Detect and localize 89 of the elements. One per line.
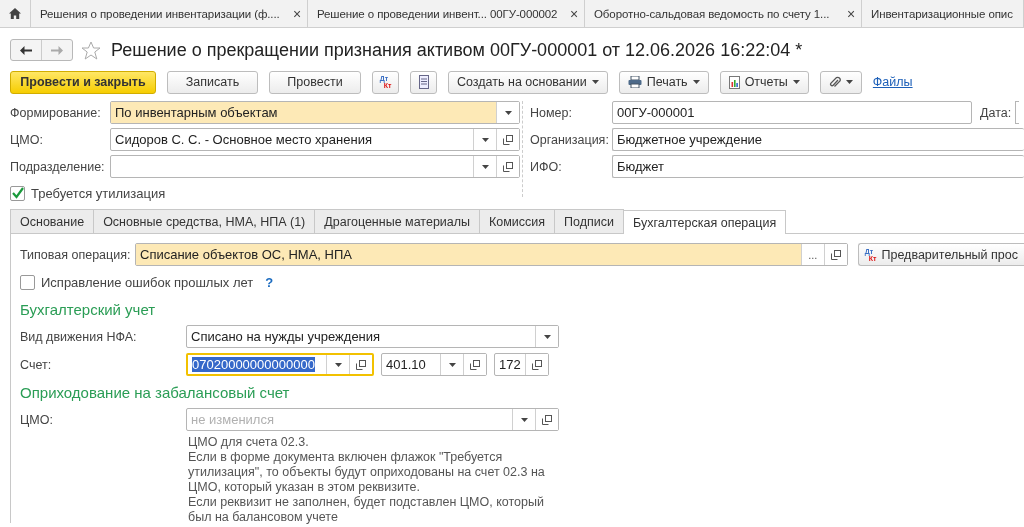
back-arrow-icon — [20, 45, 32, 55]
checkbox-label: Требуется утилизация — [31, 185, 166, 201]
forward-arrow-icon — [51, 45, 63, 55]
caret-icon — [504, 110, 512, 115]
select-field[interactable]: не изменился — [186, 408, 559, 431]
caret-icon — [481, 137, 489, 142]
toolbar-button[interactable]: Записать — [167, 70, 258, 94]
dropdown-button[interactable] — [535, 326, 558, 347]
caret-icon — [448, 362, 456, 367]
close-icon[interactable]: × — [569, 5, 578, 22]
close-icon[interactable]: × — [846, 5, 855, 22]
select-field[interactable] — [110, 155, 520, 178]
open-button[interactable] — [535, 409, 558, 430]
caret-icon — [334, 362, 342, 367]
field-label: Счет: — [20, 357, 53, 372]
paperclip-icon — [828, 75, 841, 89]
squares-icon — [503, 134, 513, 145]
squares-icon — [532, 359, 542, 370]
list-icon — [418, 75, 429, 89]
squares-icon — [470, 359, 480, 370]
form-tab[interactable]: Основные средства, НМА, НПА (1) — [94, 209, 316, 233]
select-field[interactable]: Списание объектов ОС, НМА, НПА ... — [135, 243, 848, 266]
window-title: Решение о прекращении признания активом 00ГУ-000001 от 12.06.2026 16:22:04 * — [111, 39, 803, 61]
input-field[interactable]: Бюджетное учреждение — [612, 128, 1024, 151]
dropdown-button[interactable] — [496, 102, 519, 123]
input-field[interactable]: не изменился — [191, 412, 508, 427]
caret-icon — [481, 164, 489, 169]
open-button[interactable] — [525, 354, 548, 375]
post-and-close-button[interactable]: Провести и закрыть — [10, 70, 156, 94]
close-icon[interactable]: × — [292, 5, 301, 22]
caret-icon — [692, 80, 700, 84]
checkmark-icon — [11, 187, 24, 199]
select-field[interactable]: По инвентарным объектам — [110, 101, 520, 124]
input-field[interactable]: Бюджет — [612, 155, 1024, 178]
menu-button[interactable]: Создать на основании — [448, 70, 608, 94]
open-button[interactable] — [496, 129, 519, 150]
open-button[interactable] — [496, 156, 519, 177]
form-tab[interactable]: Подписи — [555, 209, 625, 233]
select-field[interactable]: 172 — [494, 353, 549, 376]
caret-icon — [845, 80, 853, 84]
hint-text: Если в форме документа включен флажок "Требуется утилизация", то объекты будут оприходованы на счет 02.3 на ЦМО, который указан в этом реквизите. — [188, 450, 546, 495]
help-link[interactable]: ? — [265, 274, 274, 290]
checkbox[interactable] — [20, 274, 35, 290]
star-icon[interactable] — [81, 40, 101, 60]
field-label: Дата: — [980, 105, 1012, 120]
select-field[interactable]: Сидоров С. С. - Основное место хранения — [110, 128, 520, 151]
squares-icon — [356, 359, 366, 370]
menu-button[interactable]: Печать — [618, 70, 709, 94]
squares-icon — [830, 249, 841, 260]
files-link[interactable]: Файлы — [872, 75, 913, 89]
select-field[interactable]: Списано на нужды учреждения — [186, 325, 559, 348]
form-tab[interactable]: Основание — [10, 209, 95, 233]
select-field[interactable]: 401.10 — [381, 353, 487, 376]
open-button[interactable] — [463, 354, 486, 375]
squares-icon — [542, 414, 552, 425]
menu-button[interactable] — [819, 70, 862, 94]
checkbox[interactable] — [10, 185, 25, 201]
toolbar-button[interactable]: Провести — [269, 70, 361, 94]
field-label: Вид движения НФА: — [20, 329, 138, 344]
section-heading: Бухгалтерский учет — [20, 299, 157, 320]
checkbox-label: Исправление ошибок прошлых лет — [41, 274, 254, 290]
form-tab[interactable]: Бухгалтерская операция — [624, 210, 787, 234]
field-label: Подразделение: — [10, 159, 106, 174]
field-label: ЦМО: — [20, 412, 54, 427]
menu-button[interactable]: Отчеты — [719, 70, 809, 94]
home-icon — [9, 8, 21, 19]
date-field[interactable] — [1015, 101, 1020, 124]
form-tab[interactable]: Комиссия — [480, 209, 556, 233]
list-button[interactable] — [410, 70, 437, 94]
squares-icon — [503, 161, 513, 172]
field-label: ИФО: — [530, 159, 563, 174]
hint-text: ЦМО для счета 02.3. — [188, 435, 310, 450]
report-icon — [728, 75, 740, 89]
form-tab[interactable]: Драгоценные материалы — [315, 209, 481, 233]
field-label: Формирование: — [10, 105, 102, 120]
select-field[interactable]: 07020000000000000 — [186, 353, 374, 376]
caret-icon — [543, 334, 551, 339]
printer-icon — [627, 76, 642, 88]
caret-icon — [591, 80, 599, 84]
input-field[interactable]: 00ГУ-000001 — [612, 101, 972, 124]
open-button[interactable] — [823, 244, 847, 265]
field-label: Типовая операция: — [20, 247, 132, 262]
field-label: ЦМО: — [10, 132, 44, 147]
field-label: Организация: — [530, 132, 610, 147]
caret-icon — [792, 80, 800, 84]
field-label: Номер: — [530, 105, 573, 120]
section-heading: Оприходование на забалансовый счет — [20, 382, 291, 403]
hint-text: Если реквизит не заполнен, будет подставлен ЦМО, который был на балансовом учете — [188, 495, 545, 525]
caret-icon — [520, 417, 528, 422]
